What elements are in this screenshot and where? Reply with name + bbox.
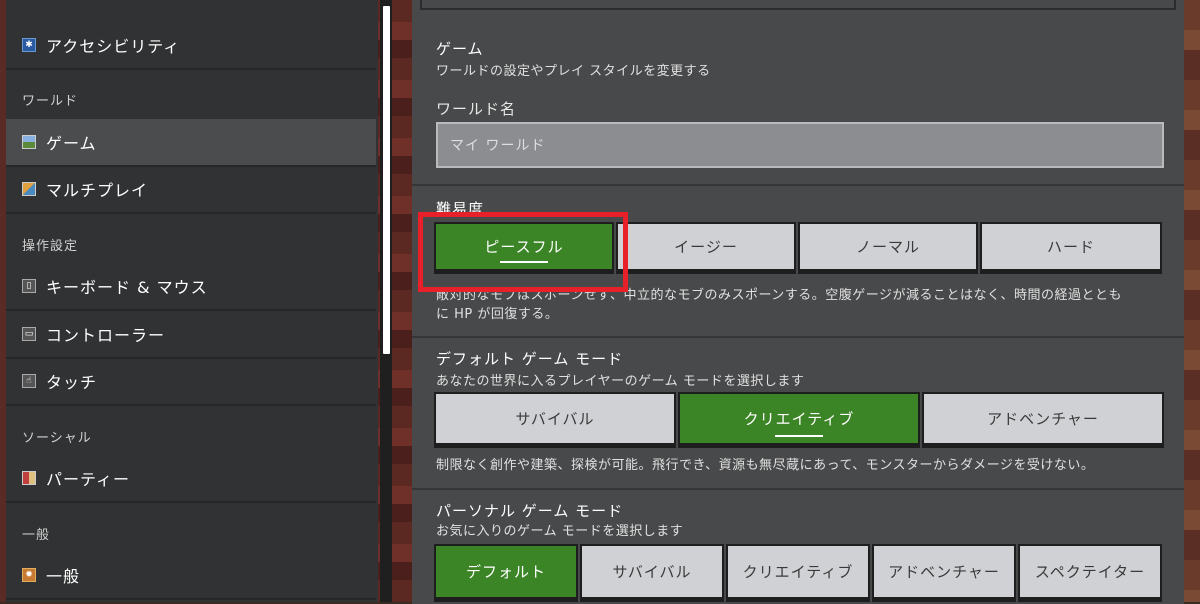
button-label: スペクテイター xyxy=(1034,563,1146,581)
section-title: パーソナル ゲーム モード xyxy=(436,502,624,520)
game-section: ゲーム ワールドの設定やプレイ スタイルを変更する ワールド名 マイ ワールド xyxy=(412,20,1184,182)
personal-mode-default-button[interactable]: デフォルト xyxy=(434,544,578,602)
sidebar-item-label: キーボード & マウス xyxy=(46,278,208,297)
personal-mode-adventure-button[interactable]: アドベンチャー xyxy=(872,544,1016,602)
multiplayer-icon xyxy=(22,182,36,196)
section-title: ゲーム xyxy=(436,40,484,58)
button-label: アドベンチャー xyxy=(888,563,1000,581)
world-name-label: ワールド名 xyxy=(436,100,517,118)
sidebar-item-general[interactable]: ✹ 一般 xyxy=(6,552,376,600)
sidebar-header-world: ワールド xyxy=(22,94,79,109)
sidebar-item-label: アクセシビリティ xyxy=(46,37,181,56)
sidebar-item-keyboard-mouse[interactable]: ▯ キーボード & マウス xyxy=(6,263,376,311)
settings-main-panel: ゲーム ワールドの設定やプレイ スタイルを変更する ワールド名 マイ ワールド … xyxy=(412,0,1184,604)
sidebar-item-controller[interactable]: ▭ コントローラー xyxy=(6,311,376,359)
button-label: デフォルト xyxy=(465,563,546,581)
sidebar-item-label: マルチプレイ xyxy=(46,181,149,200)
default-game-mode-section: デフォルト ゲーム モード あなたの世界に入るプレイヤーのゲーム モードを選択し… xyxy=(412,336,1184,488)
section-subtitle: ワールドの設定やプレイ スタイルを変更する xyxy=(436,64,711,79)
personal-mode-spectator-button[interactable]: スペクテイター xyxy=(1018,544,1162,602)
sidebar-item-touch[interactable]: ☝ タッチ xyxy=(6,358,376,406)
personal-game-mode-selector: デフォルト サバイバル クリエイティブ アドベンチャー スペクテイター xyxy=(434,544,1162,602)
world-name-input[interactable]: マイ ワールド xyxy=(436,122,1164,168)
button-label: イージー xyxy=(674,238,738,256)
sidebar-item-label: タッチ xyxy=(46,373,98,392)
keyboard-icon: ▯ xyxy=(22,279,36,293)
general-icon: ✹ xyxy=(22,568,36,582)
sidebar-item-accessibility[interactable]: ✱ アクセシビリティ xyxy=(6,22,376,70)
sidebar-item-label: パーティー xyxy=(46,470,131,489)
sidebar-header-social: ソーシャル xyxy=(22,431,92,446)
selected-indicator xyxy=(775,435,823,437)
button-label: ハード xyxy=(1046,238,1095,256)
personal-game-mode-section: パーソナル ゲーム モード お気に入りのゲーム モードを選択します デフォルト … xyxy=(412,488,1184,604)
difficulty-normal-button[interactable]: ノーマル xyxy=(798,222,978,274)
default-game-mode-description: 制限なく創作や建築、探検が可能。飛行でき、資源も無尽蔵にあって、モンスターからダ… xyxy=(436,458,1095,473)
controller-icon: ▭ xyxy=(22,327,36,341)
accessibility-icon: ✱ xyxy=(22,38,36,52)
game-icon xyxy=(22,135,36,149)
section-subtitle: あなたの世界に入るプレイヤーのゲーム モードを選択します xyxy=(436,374,805,389)
difficulty-hard-button[interactable]: ハード xyxy=(980,222,1162,274)
button-label: サバイバル xyxy=(515,410,595,428)
default-game-mode-selector: サバイバル クリエイティブ アドベンチャー xyxy=(434,392,1164,448)
default-mode-adventure-button[interactable]: アドベンチャー xyxy=(922,392,1164,448)
sidebar-item-party[interactable]: パーティー xyxy=(6,455,376,503)
section-subtitle: お気に入りのゲーム モードを選択します xyxy=(436,524,684,539)
button-label: ノーマル xyxy=(855,238,920,256)
touch-icon: ☝ xyxy=(22,374,36,388)
button-label: サバイバル xyxy=(612,563,692,581)
default-mode-survival-button[interactable]: サバイバル xyxy=(434,392,676,448)
button-label: クリエイティブ xyxy=(743,410,855,428)
sidebar-header-controls: 操作設定 xyxy=(22,239,79,254)
button-label: アドベンチャー xyxy=(987,410,1099,428)
button-label: クリエイティブ xyxy=(742,563,854,581)
sidebar-item-multiplayer[interactable]: マルチプレイ xyxy=(6,166,376,214)
default-mode-creative-button[interactable]: クリエイティブ xyxy=(678,392,920,448)
sidebar-item-label: コントローラー xyxy=(46,326,166,345)
section-title: デフォルト ゲーム モード xyxy=(436,350,624,368)
background-right xyxy=(1184,0,1200,602)
sidebar-scrollbar-thumb[interactable] xyxy=(383,6,390,354)
sidebar-item-label: ゲーム xyxy=(46,134,97,153)
sidebar-item-label: 一般 xyxy=(46,567,81,586)
sidebar-header-general: 一般 xyxy=(22,528,51,543)
personal-mode-survival-button[interactable]: サバイバル xyxy=(580,544,724,602)
highlight-box xyxy=(418,212,628,292)
description-line: に HP が回復する。 xyxy=(436,307,559,322)
difficulty-easy-button[interactable]: イージー xyxy=(616,222,796,274)
settings-sidebar: ✱ アクセシビリティ ワールド ゲーム マルチプレイ 操作設定 ▯ キーボード … xyxy=(6,0,378,602)
party-icon xyxy=(22,471,36,485)
personal-mode-creative-button[interactable]: クリエイティブ xyxy=(726,544,870,602)
sidebar-item-game[interactable]: ゲーム xyxy=(6,119,376,167)
top-panel-edge xyxy=(420,0,1176,10)
